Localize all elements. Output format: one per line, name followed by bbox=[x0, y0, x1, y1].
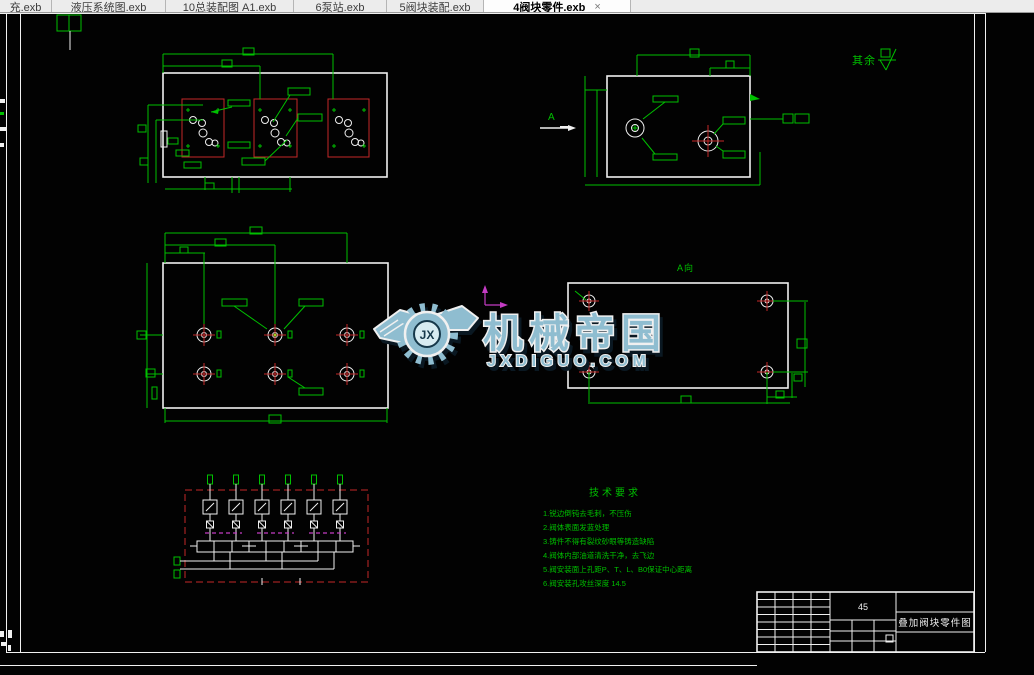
view-arrow-label: A bbox=[548, 112, 555, 123]
tech-requirement-item: 3.铸件不得有裂纹砂眼等铸造缺陷 bbox=[543, 537, 655, 546]
tab-label: 10总装配图 A1.exb bbox=[182, 2, 277, 12]
view-end: A bbox=[540, 48, 810, 186]
tab-label: 4阀块零件.exb bbox=[513, 2, 586, 12]
view-front bbox=[136, 226, 389, 424]
tech-requirements: 技术要求 1.锐边倒钝去毛刺，不压伤 2.阀体表面发蓝处理 3.铸件不得有裂纹砂… bbox=[543, 484, 728, 591]
roughness-note: 其余 bbox=[852, 48, 897, 71]
close-tab-icon[interactable]: × bbox=[594, 2, 600, 13]
watermark-title: 机械帝国 bbox=[483, 312, 667, 356]
tab-label: 液压系统图.exb bbox=[70, 2, 147, 12]
tab-general-assembly[interactable]: 10总装配图 A1.exb bbox=[166, 0, 294, 12]
tab-label: 5阀块装配.exb bbox=[399, 2, 471, 12]
watermark-logo: JX 机械帝国 JXDIGUO.COM bbox=[373, 303, 667, 371]
tab-valve-block-part[interactable]: 4阀块零件.exb × bbox=[484, 0, 631, 12]
roughness-symbol-icon bbox=[878, 48, 897, 71]
document-tab-bar: 充.exb 液压系统图.exb 10总装配图 A1.exb 6泵站.exb 5阀… bbox=[0, 0, 1034, 13]
coordinate-arrows-icon bbox=[482, 285, 508, 308]
tab-partial-file[interactable]: 充.exb bbox=[0, 0, 52, 12]
tech-requirements-title: 技术要求 bbox=[589, 488, 641, 499]
roughness-label: 其余 bbox=[852, 53, 876, 67]
tech-requirement-item: 6.阀安装孔攻丝深度 14.5 bbox=[543, 579, 626, 588]
tech-requirement-item: 5.阀安装面上孔距P、T、L、B0保证中心距离 bbox=[543, 565, 693, 574]
app-window: { "tabbar": { "tabs": [ {"label": "充.exb… bbox=[0, 0, 1034, 675]
title-block: 45 叠加阀块零件图 bbox=[756, 591, 975, 653]
tab-valve-block-assembly[interactable]: 5阀块装配.exb bbox=[387, 0, 484, 12]
hydraulic-schematic bbox=[173, 474, 369, 585]
tech-requirement-item: 1.锐边倒钝去毛刺，不压伤 bbox=[543, 509, 632, 518]
view-a-arrow-icon bbox=[568, 125, 576, 131]
tabbar-empty-space bbox=[631, 0, 1034, 12]
tab-label: 充.exb bbox=[9, 2, 42, 12]
tech-requirement-item: 4.阀体内部油道清洗干净，去飞边 bbox=[543, 551, 655, 560]
logo-badge: JX bbox=[420, 328, 435, 342]
drawing-canvas[interactable]: A A向 其余 JX 机械帝国 JXDIGUO.COM 45 叠加阀块零件图 技… bbox=[0, 13, 1034, 675]
watermark-url: JXDIGUO.COM bbox=[487, 353, 650, 370]
view-a-title: A向 bbox=[677, 262, 694, 273]
tech-requirement-item: 2.阀体表面发蓝处理 bbox=[543, 523, 610, 532]
view-top bbox=[137, 47, 388, 193]
tab-label: 6泵站.exb bbox=[315, 2, 365, 12]
tab-hydraulic-system-diagram[interactable]: 液压系统图.exb bbox=[52, 0, 166, 12]
cad-drawing: A A向 其余 JX 机械帝国 JXDIGUO.COM 45 叠加阀块零件图 bbox=[0, 13, 986, 666]
tab-pump-station[interactable]: 6泵站.exb bbox=[294, 0, 387, 12]
drawing-title: 叠加阀块零件图 bbox=[898, 617, 972, 629]
material-label: 45 bbox=[858, 602, 868, 612]
